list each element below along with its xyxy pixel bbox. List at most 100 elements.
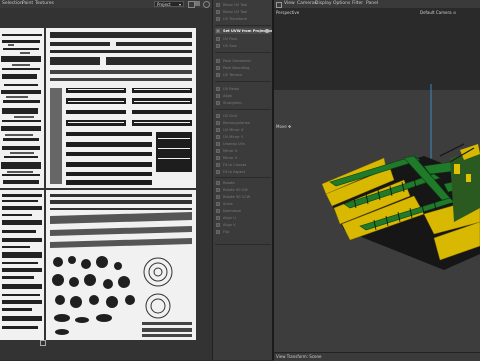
tool-icon xyxy=(216,202,220,206)
tool-item[interactable]: Flip xyxy=(215,229,271,235)
tool-item[interactable]: Pack Geometric xyxy=(215,58,271,64)
tool-icon xyxy=(216,188,220,192)
projection-icon xyxy=(216,29,220,33)
tool-separator xyxy=(215,177,271,178)
tool-item[interactable]: UV Grid xyxy=(215,113,271,119)
uv-tile-top-right xyxy=(46,28,196,188)
uv-project-dropdown[interactable]: Project ▾ xyxy=(154,1,184,7)
tool-label: Rectangularize xyxy=(223,121,250,125)
tool-label: Rotate xyxy=(223,181,235,185)
tool-icon xyxy=(216,73,220,77)
tool-label: UV Relax xyxy=(223,87,240,91)
tool-label: Relax UV Tool xyxy=(223,3,248,7)
tool-icon xyxy=(216,114,220,118)
tool-item[interactable]: Fit to Aspect xyxy=(215,169,271,175)
tool-label: Rotate 90 CCW xyxy=(223,195,251,199)
tool-icon xyxy=(216,170,220,174)
tool-label: Align U xyxy=(223,216,236,220)
tool-item[interactable]: UV Transform xyxy=(215,16,271,22)
tool-icon xyxy=(216,3,220,7)
menu-display[interactable]: Display xyxy=(315,1,332,6)
3d-viewport[interactable]: Perspective Default Camera ⊙ Move ✥ xyxy=(274,8,480,352)
tool-icon xyxy=(216,223,220,227)
options-icon[interactable] xyxy=(265,29,269,33)
uv-tool-panel: Relax UV Tool Relax UV Tool UV Transform… xyxy=(212,0,274,360)
menu-cameras[interactable]: Cameras xyxy=(297,1,317,6)
tool-separator xyxy=(215,244,271,245)
tool-label: UV Mirror Y xyxy=(223,135,244,139)
tool-icon xyxy=(216,66,220,70)
tool-label: Unwrap UVs xyxy=(223,142,245,146)
tool-item[interactable]: UV Sew xyxy=(215,43,271,49)
tool-label: Relax UV Tool xyxy=(223,10,248,14)
tool-item[interactable]: Mirror V xyxy=(215,155,271,161)
tool-item[interactable]: Rotate 90 CW xyxy=(215,187,271,193)
harrow-model[interactable] xyxy=(274,8,480,352)
uv-islands-top-right xyxy=(50,32,192,185)
menu-selection[interactable]: Selection xyxy=(2,1,23,6)
tool-icon xyxy=(216,135,220,139)
tool-item[interactable]: Mirror U xyxy=(215,148,271,154)
tool-item[interactable]: Unwrap UVs xyxy=(215,141,271,147)
tool-item[interactable]: Rectangularize xyxy=(215,120,271,126)
uv-project-dropdown-value: Project xyxy=(157,2,171,7)
tool-icon xyxy=(216,195,220,199)
grid-icon[interactable] xyxy=(188,1,195,8)
uv-islands-bottom-left xyxy=(2,194,42,329)
tool-label: Fit to Aspect xyxy=(223,170,246,174)
tool-label: Normalize xyxy=(223,209,242,213)
tool-icon xyxy=(216,216,220,220)
tool-icon xyxy=(216,44,220,48)
tool-label: Rotate 90 CW xyxy=(223,188,248,192)
menu-options[interactable]: Options xyxy=(333,1,350,6)
uv-islands-bottom-right xyxy=(50,194,192,337)
uv-tile-bottom-right xyxy=(46,190,196,340)
tool-item[interactable]: Rotate xyxy=(215,180,271,186)
tool-item-set-uvw-from-projection[interactable]: Set UVW from Projection xyxy=(215,28,273,34)
tool-icon xyxy=(216,209,220,213)
menu-paint[interactable]: Paint xyxy=(22,1,33,6)
tool-item[interactable]: Scale xyxy=(215,201,271,207)
layers-icon[interactable] xyxy=(195,1,200,6)
tool-label: Flip xyxy=(223,230,230,234)
menu-panel[interactable]: Panel xyxy=(366,1,378,6)
tool-icon xyxy=(216,163,220,167)
uv-tile-bottom-left xyxy=(0,190,44,340)
uv-islands-top-left xyxy=(1,34,42,184)
view-transform-label: View Transform: Scene xyxy=(276,354,322,359)
tool-label: Straighten xyxy=(223,101,242,105)
tool-item[interactable]: Relax UV Tool xyxy=(215,9,271,15)
menu-view[interactable]: View xyxy=(284,1,295,6)
tool-item[interactable]: Align xyxy=(215,93,271,99)
tool-item[interactable]: Rotate 90 CCW xyxy=(215,194,271,200)
tool-label: UV Mirror X xyxy=(223,128,244,132)
tool-item[interactable]: Fit to Canvas xyxy=(215,162,271,168)
circle-icon[interactable] xyxy=(203,1,210,8)
tool-label: Mirror V xyxy=(223,156,238,160)
tool-item[interactable]: UV Terrace xyxy=(215,72,271,78)
tool-separator xyxy=(215,81,271,82)
tool-label: Pack Geometric xyxy=(223,59,252,63)
resize-handle-icon[interactable] xyxy=(40,340,46,346)
tool-item[interactable]: Align U xyxy=(215,215,271,221)
tool-separator xyxy=(215,109,271,110)
tool-label: Align xyxy=(223,94,233,98)
tool-label: Align V xyxy=(223,223,236,227)
tool-label: Mirror U xyxy=(223,149,238,153)
tool-item[interactable]: Straighten xyxy=(215,100,271,106)
tool-label: UV Transform xyxy=(223,17,248,21)
tool-item[interactable]: Normalize xyxy=(215,208,271,214)
tool-item[interactable]: UV Relax xyxy=(215,86,271,92)
tool-icon xyxy=(216,128,220,132)
tool-item[interactable]: Pack Bounding xyxy=(215,65,271,71)
tool-label: UV Grid xyxy=(223,114,237,118)
menu-filter[interactable]: Filter xyxy=(352,1,363,6)
tool-item[interactable]: UV Mirror X xyxy=(215,127,271,133)
uv-canvas[interactable] xyxy=(0,8,212,360)
tool-label: UV Pack xyxy=(223,37,238,41)
menu-textures[interactable]: Textures xyxy=(35,1,54,6)
tool-item[interactable]: UV Mirror Y xyxy=(215,134,271,140)
tool-item[interactable]: Relax UV Tool xyxy=(215,2,271,8)
tool-item[interactable]: Align V xyxy=(215,222,271,228)
tool-item[interactable]: UV Pack xyxy=(215,36,271,42)
